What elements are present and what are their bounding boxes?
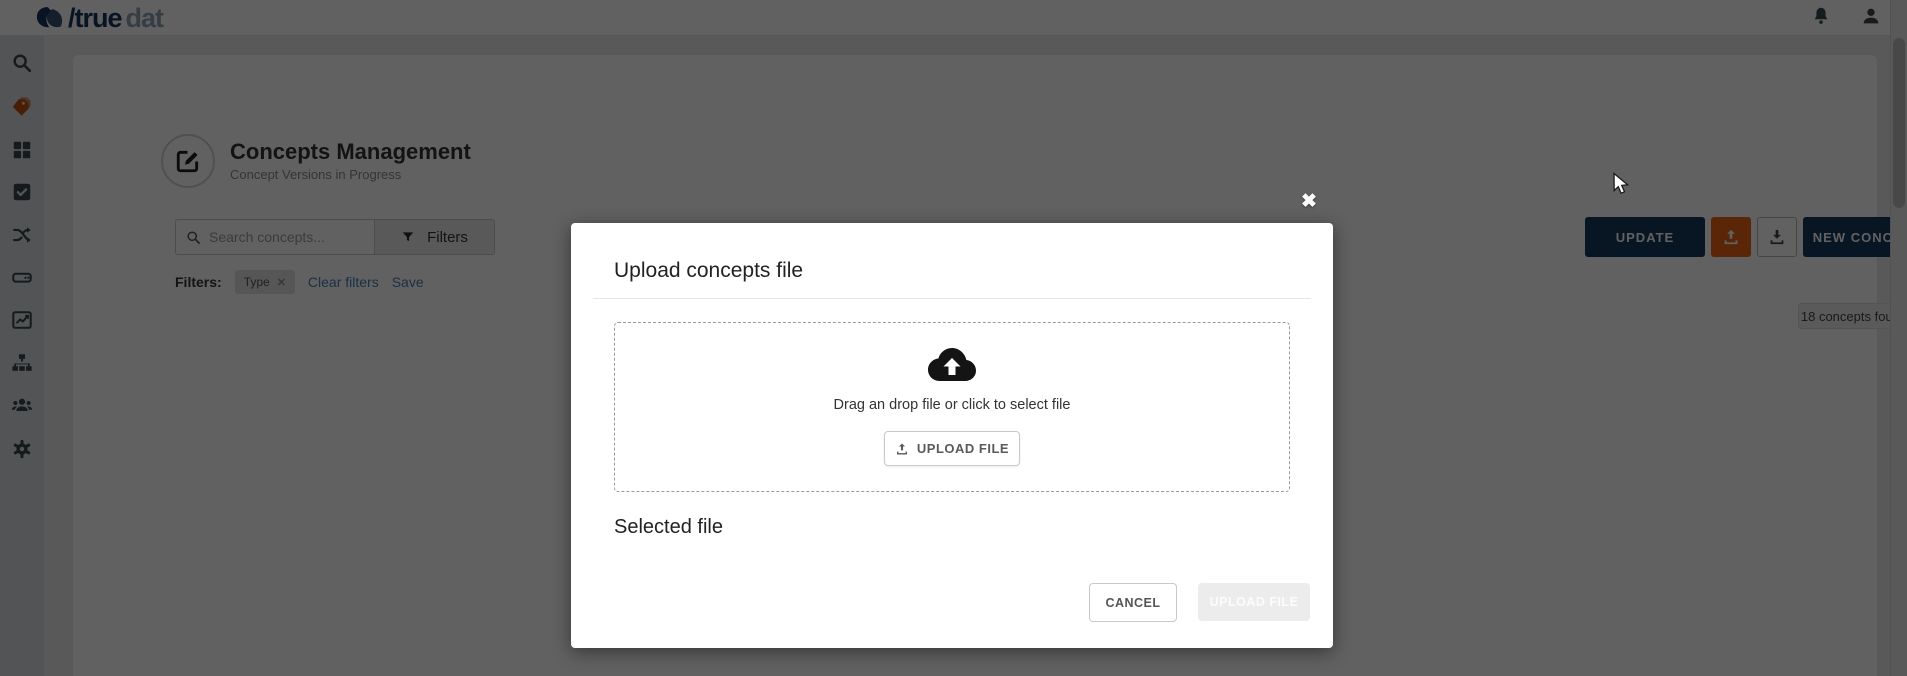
submit-upload-button[interactable]: UPLOAD FILE [1198, 583, 1310, 621]
select-file-button[interactable]: UPLOAD FILE [884, 431, 1020, 466]
cancel-button[interactable]: CANCEL [1089, 583, 1177, 622]
app-root: /truedat [0, 0, 1907, 676]
modal-title: Upload concepts file [614, 259, 803, 283]
modal-footer: CANCEL UPLOAD FILE [1089, 583, 1310, 622]
file-dropzone[interactable]: Drag an drop file or click to select fil… [614, 322, 1290, 492]
select-file-button-label: UPLOAD FILE [917, 441, 1009, 456]
upload-concepts-modal: Upload concepts file Drag an drop file o… [571, 223, 1333, 648]
dropzone-instruction: Drag an drop file or click to select fil… [615, 397, 1289, 413]
modal-divider [593, 298, 1311, 299]
upload-icon [895, 442, 909, 456]
selected-file-heading: Selected file [614, 516, 723, 539]
cloud-upload-icon [926, 345, 978, 392]
modal-close-icon[interactable]: ✖ [1301, 192, 1317, 211]
